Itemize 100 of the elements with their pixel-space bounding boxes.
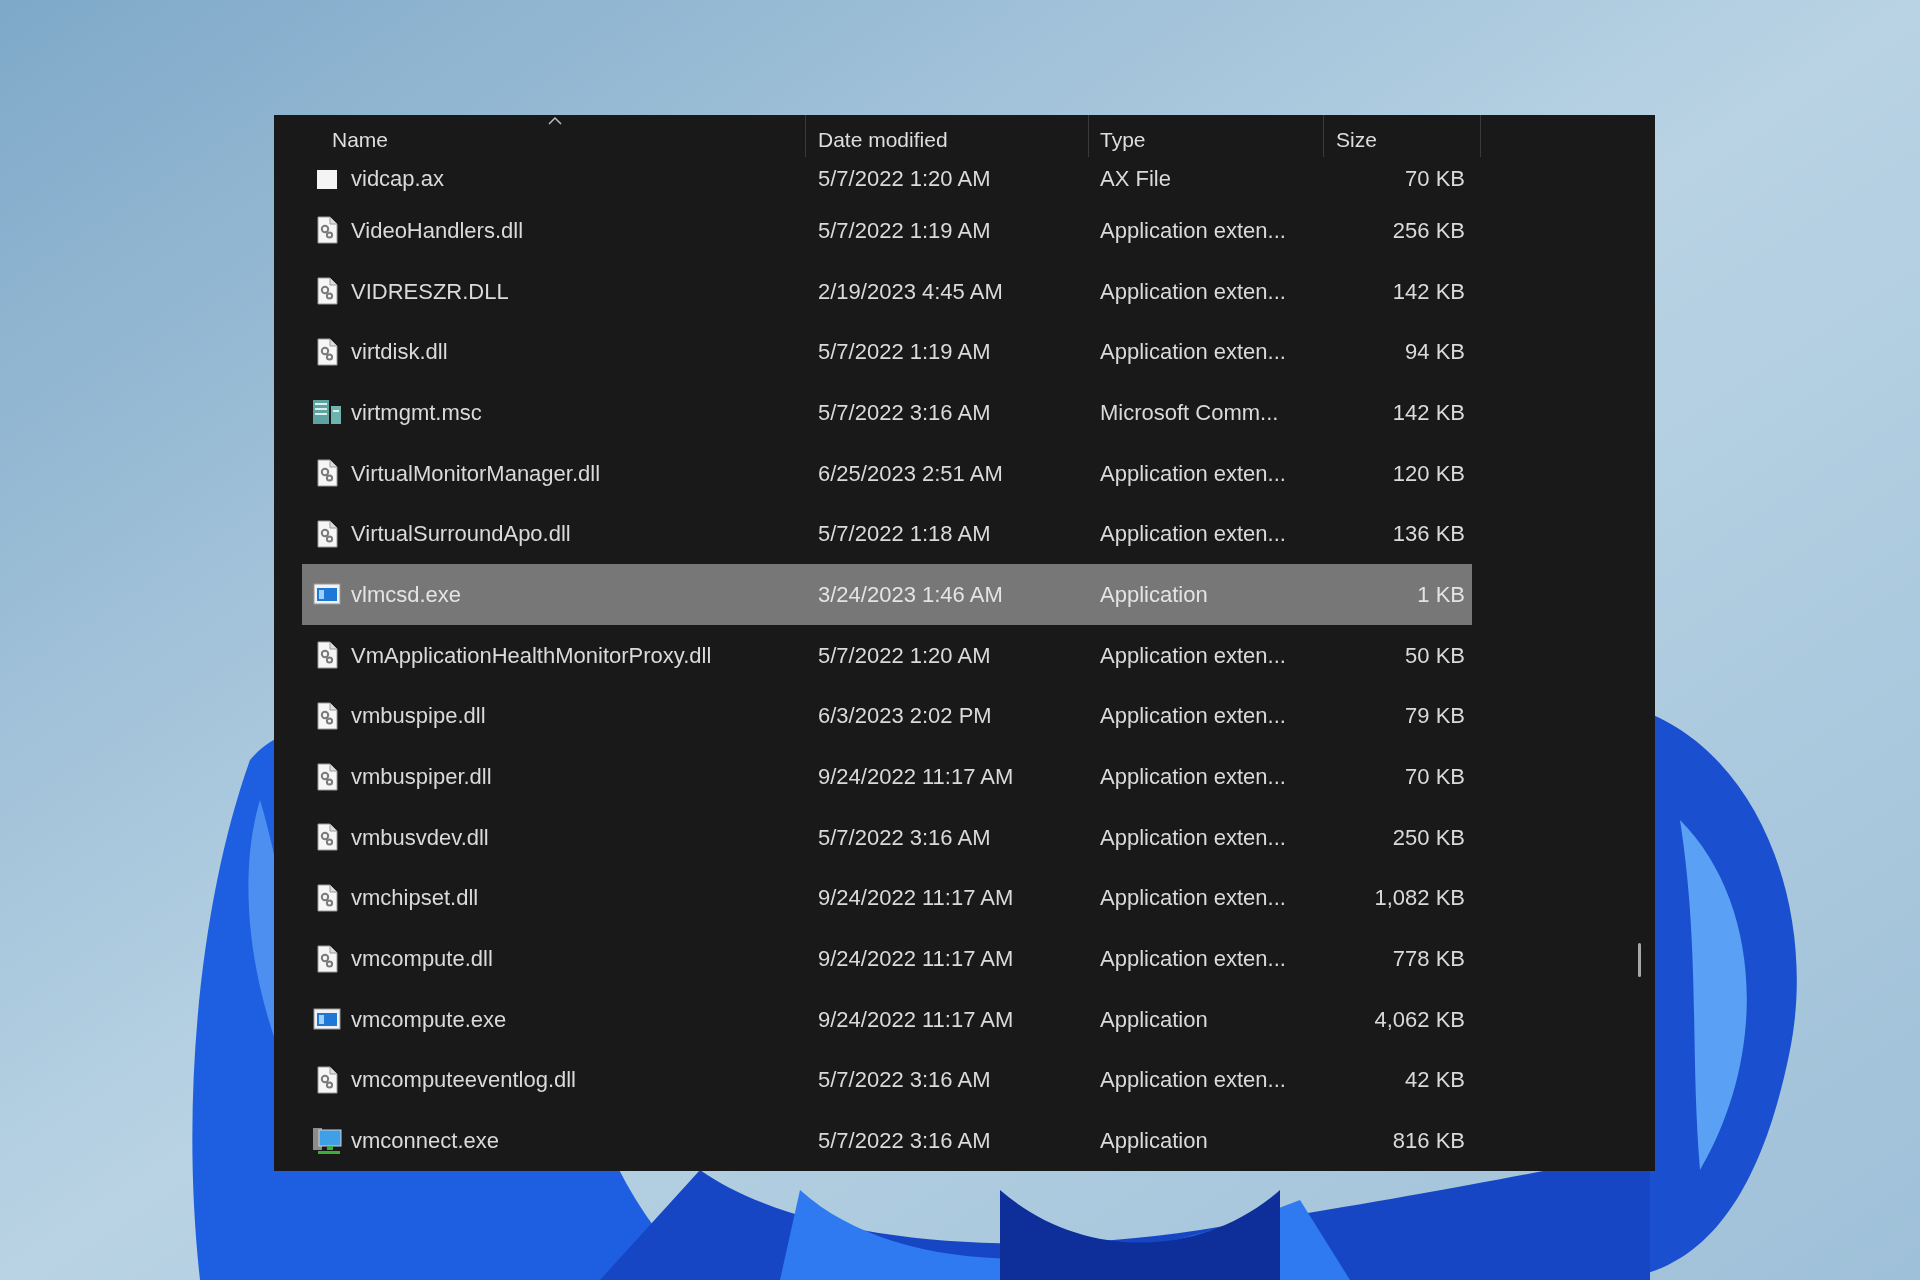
file-size: 250 KB [1392,824,1465,850]
file-row[interactable]: virtdisk.dll 5/7/2022 1:19 AM Application exten... 94 KB [302,321,1472,383]
file-size: 136 KB [1392,521,1465,547]
file-type: AX File [1100,166,1171,191]
gear-file-icon [315,823,339,852]
file-row[interactable]: vidcap.ax 5/7/2022 1:20 AM AX File 70 KB [302,157,1472,200]
file-name: vmbusvdev.dll [351,823,489,852]
window-icon [313,583,341,606]
date-modified: 9/24/2022 11:17 AM [818,946,1014,972]
file-size: 120 KB [1392,460,1465,486]
file-row[interactable]: vmbuspipe.dll 6/3/2023 2:02 PM Application exten... 79 KB [302,685,1472,747]
file-size: 142 KB [1392,399,1465,425]
file-name: vlmcsd.exe [351,580,462,609]
file-name: VirtualSurroundApo.dll [351,520,571,549]
file-name: VIDRESZR.DLL [351,277,509,306]
date-modified: 5/7/2022 1:20 AM [818,166,991,191]
file-type: Application exten... [1100,217,1286,243]
file-size: 4,062 KB [1374,1006,1465,1032]
file-name: virtmgmt.msc [351,398,482,427]
file-row[interactable]: VmApplicationHealthMonitorProxy.dll 5/7/2022 1:20 AM Application exten... 50 KB [302,624,1472,686]
gear-file-icon [315,762,339,791]
file-size: 816 KB [1392,1128,1465,1154]
file-size: 70 KB [1405,764,1465,790]
file-type: Application exten... [1100,339,1286,365]
column-header[interactable]: Size [1324,115,1480,157]
file-size: 1 KB [1417,581,1465,607]
file-type: Application exten... [1100,460,1286,486]
file-name: vidcap.ax [351,165,444,193]
file-row[interactable]: VIDRESZR.DLL 2/19/2023 4:45 AM Application exten... 142 KB [302,260,1472,322]
file-name: VirtualMonitorManager.dll [351,459,601,488]
file-size: 142 KB [1392,278,1465,304]
gear-file-icon [315,337,339,366]
gear-file-icon [315,883,339,912]
file-size: 79 KB [1405,703,1465,729]
file-type: Application exten... [1100,824,1286,850]
gear-file-icon [315,519,339,548]
date-modified: 5/7/2022 1:19 AM [818,217,991,243]
file-type: Microsoft Comm... [1100,399,1279,425]
date-modified: 5/7/2022 3:16 AM [818,824,991,850]
date-modified: 5/7/2022 3:16 AM [818,1067,991,1093]
gear-file-icon [315,216,339,245]
file-name: vmcompute.exe [351,1005,507,1034]
gear-file-icon [315,1065,339,1094]
file-name: VmApplicationHealthMonitorProxy.dll [351,641,712,670]
file-type: Application exten... [1100,278,1286,304]
column-header[interactable]: Name [304,115,805,157]
file-row[interactable]: VideoHandlers.dll 5/7/2022 1:19 AM Application exten... 256 KB [302,200,1472,261]
file-type: Application exten... [1100,1067,1286,1093]
file-type: Application exten... [1100,642,1286,668]
file-row[interactable]: vmbusvdev.dll 5/7/2022 3:16 AM Application exten... 250 KB [302,806,1472,868]
file-row[interactable]: vmbuspiper.dll 9/24/2022 11:17 AM Application exten... 70 KB [302,746,1472,807]
file-type: Application exten... [1100,703,1286,729]
file-size: 94 KB [1405,339,1465,365]
date-modified: 6/25/2023 2:51 AM [818,460,1003,486]
file-size: 256 KB [1392,217,1465,243]
date-modified: 9/24/2022 11:17 AM [818,885,1014,911]
column-header[interactable]: Date modified [806,115,1088,157]
file-size: 42 KB [1405,1067,1465,1093]
file-type: Application [1100,1006,1208,1032]
file-name: VideoHandlers.dll [351,216,524,245]
file-row[interactable]: VirtualSurroundApo.dll 5/7/2022 1:18 AM Application exten... 136 KB [302,503,1472,565]
file-row[interactable]: VirtualMonitorManager.dll 6/25/2023 2:51 AM Application exten... 120 KB [302,442,1472,504]
scrollbar-thumb[interactable] [1638,943,1641,977]
file-name: vmcomputeeventlog.dll [351,1066,576,1095]
file-size: 50 KB [1405,642,1465,668]
file-name: vmconnect.exe [351,1127,499,1156]
gear-file-icon [315,641,339,670]
file-type: Application exten... [1100,946,1286,972]
file-size: 70 KB [1405,166,1465,191]
file-name: vmbuspipe.dll [351,702,486,731]
sort-caret-icon [547,117,562,125]
file-row[interactable]: vmchipset.dll 9/24/2022 11:17 AM Application exten... 1,082 KB [302,867,1472,929]
file-type: Application exten... [1100,521,1286,547]
file-type: Application exten... [1100,885,1286,911]
date-modified: 5/7/2022 1:18 AM [818,521,991,547]
file-type: Application [1100,1128,1208,1154]
file-row[interactable]: vmconnect.exe 5/7/2022 3:16 AM Application 816 KB [302,1110,1472,1171]
date-modified: 5/7/2022 1:19 AM [818,339,991,365]
date-modified: 5/7/2022 1:20 AM [818,642,991,668]
date-modified: 6/3/2023 2:02 PM [818,703,992,729]
gear-file-icon [315,277,339,306]
window-icon [313,1008,341,1031]
date-modified: 5/7/2022 3:16 AM [818,1128,991,1154]
file-row[interactable]: vmcomputeeventlog.dll 5/7/2022 3:16 AM Application exten... 42 KB [302,1049,1472,1111]
gear-file-icon [315,459,339,488]
date-modified: 2/19/2023 4:45 AM [818,278,1003,304]
file-type: Application [1100,581,1208,607]
file-name: vmbuspiper.dll [351,763,492,792]
monitor-icon [312,1125,342,1156]
date-modified: 3/24/2023 1:46 AM [818,581,1003,607]
file-row[interactable]: vmcompute.dll 9/24/2022 11:17 AM Application exten... 778 KB [302,928,1472,989]
date-modified: 5/7/2022 3:16 AM [818,399,991,425]
file-row[interactable]: vmcompute.exe 9/24/2022 11:17 AM Application 4,062 KB [302,988,1472,1050]
file-name: vmchipset.dll [351,884,479,913]
column-header[interactable]: Type [1089,115,1323,157]
file-name: vmcompute.dll [351,945,493,974]
date-modified: 9/24/2022 11:17 AM [818,764,1014,790]
file-row[interactable]: vlmcsd.exe 3/24/2023 1:46 AM Application 1 KB [302,564,1472,625]
console-icon [312,398,342,427]
file-row[interactable]: virtmgmt.msc 5/7/2022 3:16 AM Microsoft Comm... 142 KB [302,382,1472,443]
